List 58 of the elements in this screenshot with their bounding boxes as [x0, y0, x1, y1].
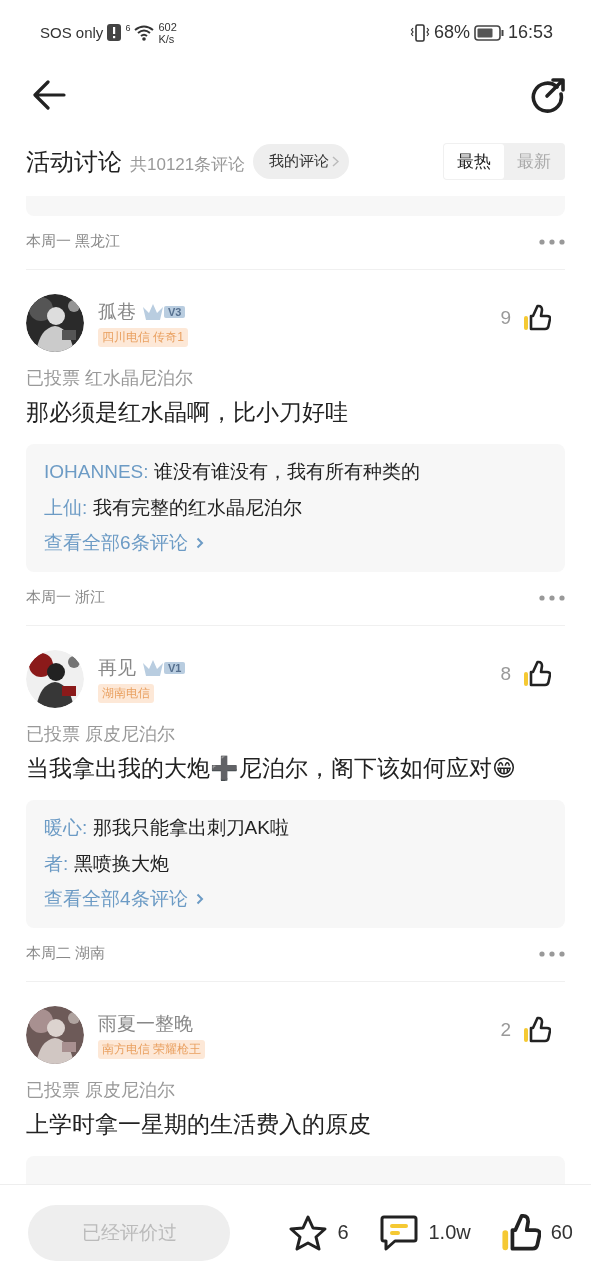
more-icon[interactable] [539, 238, 565, 245]
thumbs-up-icon[interactable] [523, 1016, 551, 1044]
sort-tab[interactable]: 最热 [444, 144, 504, 179]
more-icon[interactable] [539, 950, 565, 957]
like-count: 9 [500, 307, 511, 329]
region-tag: 南方电信 荣耀枪王 [98, 1040, 206, 1059]
reply-text: 上仙: 我有完整的红水晶尼泊尔 [44, 496, 303, 520]
like-count: 8 [500, 663, 511, 685]
date-location: 本周二 湖南 [26, 944, 106, 963]
vote-label: 已投票 红水晶尼泊尔 [26, 367, 194, 390]
vote-label: 已投票 原皮尼泊尔 [26, 723, 176, 746]
like-total: 60 [550, 1221, 573, 1244]
chevron-icon [332, 156, 340, 167]
reply-text: 暖心: 那我只能拿出刺刀AK啦 [44, 816, 290, 840]
thumbs-up-icon[interactable] [523, 660, 551, 688]
battery-percent: 68% [433, 22, 470, 43]
comment-text: 那必须是红水晶啊，比小刀好哇 [26, 398, 349, 427]
network-type: 6 [125, 22, 131, 33]
thumbs-up-icon[interactable] [523, 304, 551, 332]
user-name: 再见 [98, 656, 136, 680]
my-comments-button[interactable]: 我的评论 [253, 144, 350, 179]
level-badge: V3 [142, 303, 186, 321]
date-location: 本周一 浙江 [26, 588, 106, 607]
vibrate-icon [409, 23, 430, 42]
view-all-link[interactable]: 查看全部4条评论 [44, 886, 204, 912]
region-tag: 湖南电信 [98, 684, 154, 703]
battery-icon [473, 24, 504, 41]
vote-label: 已投票 原皮尼泊尔 [26, 1079, 176, 1102]
speed-value: 602 [158, 20, 177, 33]
wifi-icon [134, 24, 155, 41]
reply-text: IOHANNES: 谁没有谁没有，我有所有种类的 [44, 460, 421, 484]
star-icon[interactable] [289, 1214, 328, 1251]
chevron-icon [195, 537, 204, 549]
comment-total: 1.0w [428, 1221, 471, 1244]
level-badge: V1 [142, 659, 186, 677]
comment-icon[interactable] [378, 1213, 419, 1252]
speed-unit: K/s [158, 32, 176, 45]
region-tag: 四川电信 传奇1 [98, 328, 188, 347]
user-name: 雨夏一整晚 [98, 1012, 193, 1036]
comment-text: 当我拿出我的大炮➕尼泊尔，阁下该如何应对😁 [26, 754, 517, 783]
more-icon[interactable] [539, 594, 565, 601]
alert-icon [107, 24, 122, 41]
share-icon[interactable] [530, 77, 566, 113]
reply-text: 者: 黑喷换大炮 [44, 852, 170, 876]
view-all-link[interactable]: 查看全部6条评论 [44, 530, 204, 556]
section-title: 活动讨论 [26, 146, 122, 177]
sort-tab[interactable]: 最新 [504, 144, 564, 179]
back-icon[interactable] [32, 80, 66, 110]
favorite-count: 6 [337, 1221, 349, 1244]
user-name: 孤巷 [98, 300, 136, 324]
comment-text: 上学时拿一星期的生活费入的原皮 [26, 1110, 372, 1139]
like-count: 2 [500, 1019, 511, 1041]
clock-time: 16:53 [507, 22, 553, 43]
date-location: 本周一 黑龙江 [26, 232, 121, 251]
comment-count: 共10121条评论 [130, 154, 246, 176]
chevron-icon [195, 893, 204, 905]
carrier-text: SOS only [40, 24, 104, 41]
thumbs-up-icon[interactable] [500, 1212, 541, 1253]
